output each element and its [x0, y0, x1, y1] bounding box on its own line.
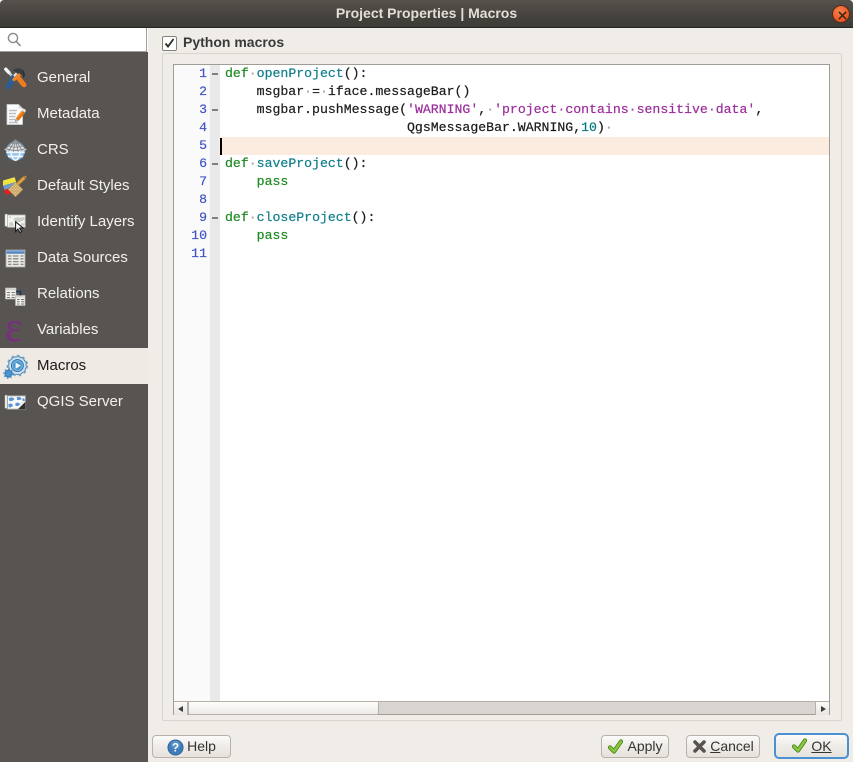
svg-text:?: ? [172, 743, 179, 755]
svg-text:ε: ε [5, 318, 23, 343]
